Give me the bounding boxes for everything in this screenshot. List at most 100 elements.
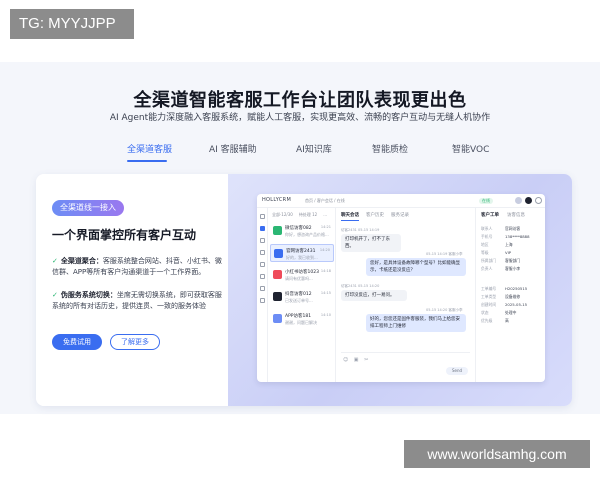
check-icon: ✓	[52, 257, 58, 265]
chat-tab-indicator	[341, 220, 359, 221]
list-tab-all[interactable]: 全部·12/30	[272, 212, 293, 217]
check-icon: ✓	[52, 291, 58, 299]
list-item-name: 小红书访客1023	[285, 270, 319, 275]
feature-bullet: ✓ 全渠道聚合：客服系统整合网站、抖音、小红书、微信群、APP等所有客户沟通渠道于…	[52, 256, 222, 278]
info-row: 地区 上海	[481, 242, 513, 247]
list-tabs: 全部·12/30 待处理 12...	[272, 212, 333, 218]
channel-icon	[273, 226, 282, 235]
tab-ai-knowledge[interactable]: AI知识库	[296, 142, 332, 155]
message-input[interactable]: ☺ ▣ ✂ Send	[341, 352, 470, 378]
feature-bullet: ✓ 伪服务系统切换：坐席无需切换系统，即可获取客服系统的所有对话历史，提供连贯、一…	[52, 290, 222, 312]
info-row: 工单编号 H20250515	[481, 286, 528, 291]
hero-section: 全渠道智能客服工作台让团队表现更出色 AI Agent能力深度融入客服系统，赋能…	[0, 62, 600, 414]
info-tabs: 客户工单 访客信息	[481, 212, 533, 218]
info-row: 负责人 客服小李	[481, 266, 521, 271]
message-meta: 访客2431 05-15 14:20	[341, 284, 380, 288]
emoji-icon[interactable]: ☺ ▣ ✂	[343, 357, 370, 363]
app-topbar: HOLLYCRM 首页 / 客户会话 / 在线 在线	[257, 194, 545, 208]
chat-tabs: 聊天会话 客户历史 服务记录	[341, 212, 416, 218]
info-row: 联系人 官网访客	[481, 226, 521, 231]
feature-card: 全渠道线一接入 一个界面掌控所有客户互动 ✓ 全渠道聚合：客服系统整合网站、抖音、…	[36, 174, 572, 406]
list-item[interactable]: 小红书访客1023 请问有优惠吗... 14:18	[270, 266, 334, 284]
message-bubble: 打印机开了，打不了东西。	[341, 234, 401, 252]
customer-info-panel: 客户工单 访客信息 联系人 官网访客 手机号 138****8888 地区 上海 等级 V…	[475, 208, 545, 382]
settings-icon[interactable]	[535, 197, 542, 204]
bullet-heading: 伪服务系统切换：	[60, 291, 117, 299]
list-item[interactable]: APP访客181 谢谢，问题已解决 14:10	[270, 310, 334, 328]
channel-icon	[273, 270, 282, 279]
avatar[interactable]	[525, 197, 532, 204]
app-window-mockup: HOLLYCRM 首页 / 客户会话 / 在线 在线 全部·12/30 待处理 …	[257, 194, 545, 382]
breadcrumb: 首页 / 客户会话 / 在线	[305, 198, 345, 203]
info-row: 创建时间 2025-05-15	[481, 302, 528, 307]
hero-title: 全渠道智能客服工作台让团队表现更出色	[133, 90, 467, 111]
bell-icon[interactable]	[515, 197, 522, 204]
channel-icon	[273, 314, 282, 323]
info-row: 优先级高	[481, 318, 509, 323]
message-meta: 访客2431 05-15 14:19	[341, 228, 380, 232]
list-item[interactable]: 抖音访客012 已发送订单号... 14:15	[270, 288, 334, 306]
list-item-time: 14:20	[319, 248, 330, 252]
knowledge-icon[interactable]	[260, 286, 265, 291]
settings-icon[interactable]	[260, 298, 265, 303]
top-strip: TG: MYYJJPP	[0, 0, 600, 62]
list-item[interactable]: 官网访客2431 好的，我已收到... 14:20	[270, 244, 334, 262]
list-item[interactable]: 微信访客082 你好，想咨询产品价格... 14:21	[270, 222, 334, 240]
feature-title: 一个界面掌控所有客户互动	[52, 228, 197, 242]
list-tab-more[interactable]: ...	[323, 212, 327, 217]
status-badge: 在线	[479, 198, 493, 204]
list-item-time: 14:15	[320, 291, 331, 295]
message-meta: 05-15 14:19 客服小李	[426, 252, 463, 256]
ticket-icon[interactable]	[260, 250, 265, 255]
list-item-name: 抖音访客012	[285, 292, 312, 297]
bullet-heading: 全渠道聚合：	[60, 257, 103, 265]
chat-icon[interactable]	[260, 226, 265, 231]
info-row: 所属部门 客服部门	[481, 258, 521, 263]
hero-subtitle: AI Agent能力深度融入客服系统，赋能人工客服，实现更高效、流畅的客户互动与…	[109, 113, 491, 123]
feature-pill: 全渠道线一接入	[52, 200, 124, 216]
info-row: 工单类型 设备维修	[481, 294, 521, 299]
tg-badge: TG: MYYJJPP	[10, 9, 134, 39]
message-bubble: 打印没反应，打一易问。	[341, 290, 407, 301]
learn-more-button[interactable]: 了解更多	[110, 334, 160, 350]
tab-ticket[interactable]: 客户工单	[481, 213, 499, 218]
tab-quality-check[interactable]: 智能质检	[372, 142, 408, 155]
tab-ai-assist[interactable]: AI 客服辅助	[209, 142, 257, 155]
message-bubble: 好的，您您还是固件客服装，我们马上给您安排工程师上门维修	[366, 314, 466, 332]
free-trial-button[interactable]: 免费试用	[52, 334, 102, 350]
list-item-preview: 谢谢，问题已解决	[285, 320, 317, 325]
app-side-rail	[257, 208, 268, 382]
feature-tabs: 全渠道客服 AI 客服辅助 AI知识库 智能质检 智能VOC	[0, 142, 600, 162]
product-preview-panel: HOLLYCRM 首页 / 客户会话 / 在线 在线 全部·12/30 待处理 …	[228, 174, 572, 406]
info-row: 状态 处理中	[481, 310, 517, 315]
list-item-name: 官网访客2431	[286, 249, 316, 254]
tab-history[interactable]: 客户历史	[366, 213, 384, 218]
active-tab-indicator	[127, 160, 167, 162]
send-button[interactable]: Send	[446, 367, 468, 375]
phone-icon[interactable]	[260, 214, 265, 219]
tab-voc[interactable]: 智能VOC	[452, 142, 489, 155]
tab-omnichannel[interactable]: 全渠道客服	[127, 142, 172, 155]
conversation-list: 全部·12/30 待处理 12... 微信访客082 你好，想咨询产品价格... …	[268, 208, 336, 382]
tab-chat[interactable]: 聊天会话	[341, 213, 359, 218]
list-tab-pending[interactable]: 待处理 12	[299, 212, 317, 217]
info-row: 手机号 138****8888	[481, 234, 530, 239]
list-item-name: APP访客181	[285, 314, 312, 319]
ai-icon[interactable]	[260, 274, 265, 279]
report-icon[interactable]	[260, 262, 265, 267]
list-item-time: 14:10	[320, 313, 331, 317]
tab-visitor-info[interactable]: 访客信息	[507, 213, 525, 218]
tab-records[interactable]: 服务记录	[391, 213, 409, 218]
message-meta: 05-15 14:20 客服小李	[426, 308, 463, 312]
list-item-preview: 请问有优惠吗...	[285, 276, 313, 281]
list-item-name: 微信访客082	[285, 226, 312, 231]
channel-icon	[274, 249, 283, 258]
list-item-time: 14:21	[320, 225, 331, 229]
app-logo: HOLLYCRM	[262, 197, 292, 203]
channel-icon	[273, 292, 282, 301]
feature-text-panel: 全渠道线一接入 一个界面掌控所有客户互动 ✓ 全渠道聚合：客服系统整合网站、抖音、…	[36, 174, 228, 406]
watermark-badge: www.worldsamhg.com	[404, 440, 590, 468]
list-item-preview: 好的，我已收到...	[286, 255, 318, 260]
info-row: 等级 VIP	[481, 250, 512, 255]
contacts-icon[interactable]	[260, 238, 265, 243]
